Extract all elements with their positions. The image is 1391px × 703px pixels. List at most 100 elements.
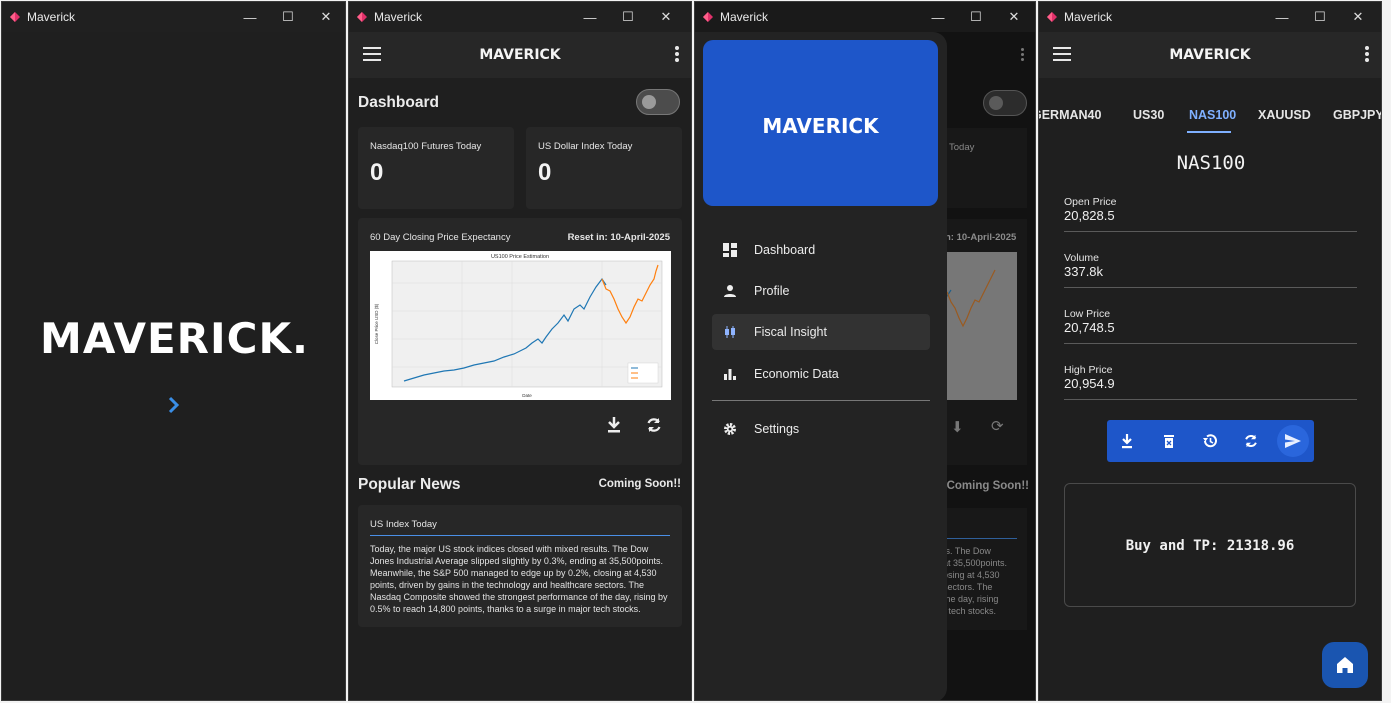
more-vert-icon (1021, 48, 1025, 61)
coming-soon-label: Coming Soon!! (598, 478, 681, 490)
chart-title: US100 Price Estimation (491, 254, 549, 260)
window-fiscal-insight: Maverick — ☐ ✕ MAVERICK GERMAN40 US30 NA… (1038, 1, 1382, 701)
open-price-field: Open Price 20,828.5 (1064, 196, 1357, 232)
signal-text: Buy and TP: 21318.96 (1125, 538, 1295, 554)
card-label: US Dollar Index Today (538, 141, 633, 152)
app-logo-icon (1047, 12, 1057, 22)
title-bar: Maverick — ☐ ✕ (2, 2, 345, 32)
reset-date: Reset in: 10-April-2025 (567, 232, 670, 243)
window-drawer: Maverick — ☐ ✕ Today n: 10-April-2025 ⬇ … (694, 1, 1036, 701)
delete-icon[interactable] (1158, 430, 1180, 452)
more-vert-icon[interactable] (1365, 46, 1369, 64)
history-icon[interactable] (1199, 430, 1221, 452)
home-icon (1337, 657, 1353, 673)
app-brand: MAVERICK (1169, 47, 1251, 63)
window-dashboard: Maverick — ☐ ✕ MAVERICK Dashboard Nasdaq… (348, 1, 692, 701)
drawer-divider (712, 400, 930, 401)
field-value: 20,954.9 (1064, 376, 1115, 391)
title-bar: Maverick — ☐ ✕ (1039, 2, 1381, 32)
dim-today: Today (949, 142, 975, 153)
drawer-item-label: Economic Data (754, 367, 839, 381)
app-logo-icon (357, 12, 367, 22)
dim-chart (935, 252, 1017, 400)
drawer-item-dashboard[interactable]: Dashboard (712, 232, 930, 268)
drawer-item-label: Fiscal Insight (754, 325, 827, 339)
home-fab[interactable] (1322, 642, 1368, 688)
field-label: Volume (1064, 252, 1100, 264)
drawer-header: MAVERICK (703, 40, 938, 206)
theme-toggle[interactable] (636, 89, 680, 115)
symbol-tabs: GERMAN40 US30 NAS100 XAUUSD GBPJPY (1039, 78, 1381, 138)
tab-german40[interactable]: GERMAN40 (1039, 108, 1101, 122)
popular-news-heading: Popular News (358, 476, 461, 493)
chart-ylabel: Close Price USD ($) (374, 303, 379, 344)
person-icon (722, 283, 738, 299)
news-divider (370, 535, 670, 536)
drawer-item-label: Dashboard (754, 243, 816, 257)
app-logo-icon (703, 12, 713, 22)
tab-us30[interactable]: US30 (1133, 108, 1164, 122)
app-bar: MAVERICK (349, 32, 691, 78)
symbol-heading: NAS100 (1176, 152, 1246, 174)
window-controls: — ☐ ✕ (231, 2, 345, 32)
drawer-item-label: Settings (754, 422, 800, 436)
drawer-item-economic-data[interactable]: Economic Data (712, 356, 930, 392)
nasdaq-card: Nasdaq100 Futures Today 0 (358, 127, 514, 209)
close-button[interactable]: ✕ (1339, 9, 1377, 25)
refresh-icon[interactable] (1240, 430, 1262, 452)
chart-xlabel: Date (522, 393, 532, 398)
send-button[interactable] (1277, 425, 1309, 457)
bar-chart-icon (722, 366, 738, 382)
window-controls: — ☐ ✕ (1263, 2, 1377, 32)
minimize-button[interactable]: — (571, 10, 609, 25)
tab-gbpjpy[interactable]: GBPJPY (1333, 108, 1381, 122)
dim-refresh-icon: ⟳ (991, 418, 1004, 435)
close-button[interactable]: ✕ (647, 9, 685, 25)
download-icon[interactable] (603, 414, 625, 436)
download-icon[interactable] (1116, 430, 1138, 452)
tab-xauusd[interactable]: XAUUSD (1258, 108, 1311, 122)
drawer-item-settings[interactable]: Settings (712, 411, 930, 447)
drawer-item-fiscal-insight[interactable]: Fiscal Insight (712, 314, 930, 350)
navigation-drawer: MAVERICK Dashboard Profile Fiscal Insigh… (695, 32, 947, 700)
more-vert-icon[interactable] (675, 46, 679, 64)
window-controls: — ☐ ✕ (571, 2, 685, 32)
maximize-button[interactable]: ☐ (269, 9, 307, 25)
gear-icon (722, 421, 738, 437)
maximize-button[interactable]: ☐ (957, 9, 995, 25)
candlestick-icon (722, 324, 738, 340)
dim-news-divider (935, 538, 1017, 539)
refresh-icon[interactable] (643, 414, 665, 436)
low-price-field: Low Price 20,748.5 (1064, 308, 1357, 344)
tab-indicator (1187, 131, 1231, 133)
card-value: 0 (538, 159, 552, 186)
minimize-button[interactable]: — (919, 10, 957, 25)
window-controls: — ☐ ✕ (919, 2, 1033, 32)
field-label: High Price (1064, 364, 1113, 376)
send-icon (1285, 434, 1301, 448)
field-label: Low Price (1064, 308, 1111, 320)
close-button[interactable]: ✕ (307, 9, 345, 25)
volume-field: Volume 337.8k (1064, 252, 1357, 288)
theme-toggle-dim (983, 90, 1027, 116)
card-value: 0 (370, 159, 384, 186)
drawer-item-profile[interactable]: Profile (712, 273, 930, 309)
news-card[interactable]: US Index Today Today, the major US stock… (358, 505, 682, 627)
title-bar: Maverick — ☐ ✕ (349, 2, 691, 32)
tab-nas100[interactable]: NAS100 (1189, 108, 1236, 122)
app-bar: MAVERICK (1039, 32, 1381, 78)
title-bar: Maverick — ☐ ✕ (695, 2, 1035, 32)
dim-reset: n: 10-April-2025 (945, 232, 1017, 243)
field-value: 20,828.5 (1064, 208, 1115, 223)
high-price-field: High Price 20,954.9 (1064, 364, 1357, 400)
app-logo-icon (10, 12, 20, 22)
window-title: Maverick (720, 10, 769, 24)
maximize-button[interactable]: ☐ (1301, 9, 1339, 25)
dim-coming-soon: Coming Soon!! (946, 480, 1029, 492)
maximize-button[interactable]: ☐ (609, 9, 647, 25)
chevron-right-icon[interactable] (167, 396, 181, 414)
chart-card: 60 Day Closing Price Expectancy Reset in… (358, 218, 682, 465)
close-button[interactable]: ✕ (995, 9, 1033, 25)
minimize-button[interactable]: — (1263, 10, 1301, 25)
minimize-button[interactable]: — (231, 10, 269, 25)
